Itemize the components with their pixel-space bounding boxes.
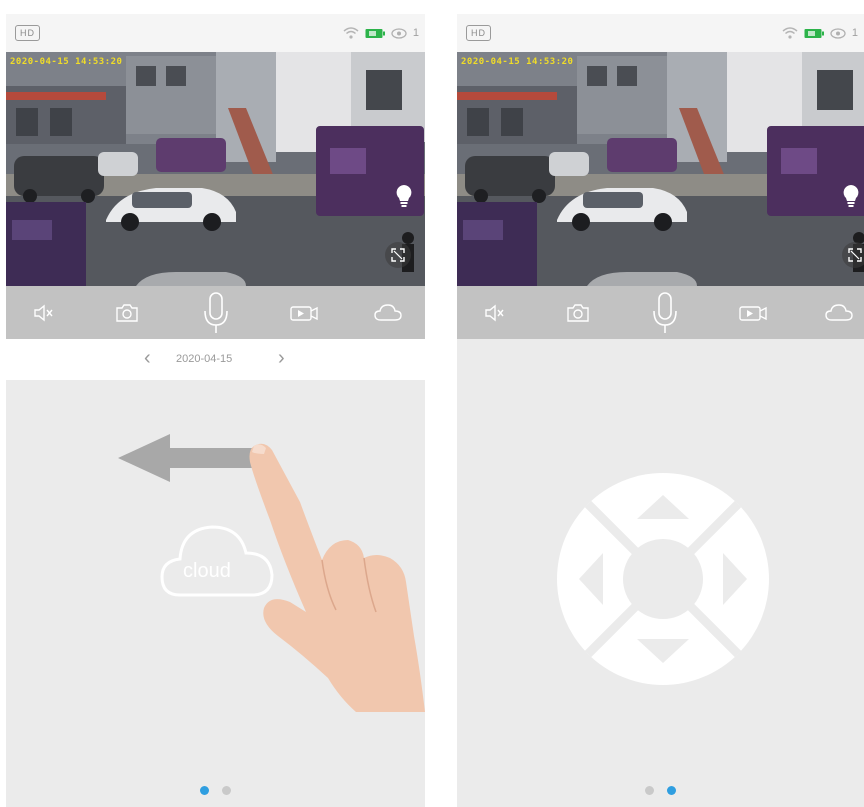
cloud-storage-button[interactable] bbox=[366, 286, 410, 339]
light-bulb-icon[interactable] bbox=[395, 184, 413, 208]
cloud-icon bbox=[825, 303, 853, 321]
hd-quality-badge[interactable]: HD bbox=[15, 25, 40, 41]
camera-scene bbox=[6, 52, 425, 286]
screen-cloud-playback: HD 1 2020-04-15 14:53:20 ‹ 2020-04-15 › … bbox=[6, 0, 425, 807]
camera-icon bbox=[567, 303, 589, 322]
fullscreen-toggle-icon[interactable] bbox=[385, 242, 411, 268]
viewer-count: 1 bbox=[412, 27, 419, 39]
status-icons: 1 bbox=[782, 24, 858, 42]
swipe-hand-icon bbox=[249, 443, 425, 712]
ptz-direction-pad[interactable] bbox=[557, 473, 769, 685]
mute-button[interactable] bbox=[473, 286, 517, 339]
live-video-feed[interactable]: 2020-04-15 14:53:20 bbox=[6, 52, 425, 286]
mute-icon bbox=[34, 304, 53, 321]
camera-control-bar bbox=[6, 286, 425, 339]
cloud-playback-area[interactable]: cloud bbox=[6, 380, 425, 807]
date-navigator: ‹ 2020-04-15 › bbox=[6, 339, 425, 380]
status-icons: 1 bbox=[343, 24, 419, 42]
video-timestamp: 2020-04-15 14:53:20 bbox=[10, 57, 123, 67]
chevron-left-icon[interactable]: ‹ bbox=[144, 347, 151, 369]
chevron-right-icon[interactable]: › bbox=[278, 347, 285, 369]
wifi-icon bbox=[782, 27, 798, 39]
hd-quality-badge[interactable]: HD bbox=[466, 25, 491, 41]
cloud-storage-button[interactable] bbox=[817, 286, 861, 339]
viewer-count: 1 bbox=[851, 27, 858, 39]
talk-button[interactable] bbox=[194, 286, 238, 339]
camera-icon bbox=[116, 303, 138, 322]
record-button[interactable] bbox=[731, 286, 775, 339]
page-dot[interactable] bbox=[222, 786, 231, 795]
selected-date[interactable]: 2020-04-15 bbox=[176, 353, 232, 365]
mute-icon bbox=[485, 304, 504, 321]
mute-button[interactable] bbox=[22, 286, 66, 339]
battery-icon bbox=[804, 28, 824, 38]
wifi-icon bbox=[343, 27, 359, 39]
ptz-control-area bbox=[457, 339, 864, 807]
page-indicator bbox=[457, 786, 864, 795]
live-video-feed[interactable]: 2020-04-15 14:53:20 bbox=[457, 52, 864, 286]
screen-ptz-control: HD 1 2020-04-15 14:53:20 bbox=[457, 0, 864, 807]
record-video-icon bbox=[290, 305, 318, 321]
microphone-icon bbox=[204, 291, 228, 333]
cloud-label: cloud bbox=[183, 560, 231, 582]
page-dot[interactable] bbox=[667, 786, 676, 795]
record-button[interactable] bbox=[282, 286, 326, 339]
eye-icon bbox=[830, 27, 846, 39]
status-bar: HD 1 bbox=[457, 14, 864, 52]
video-timestamp: 2020-04-15 14:53:20 bbox=[461, 57, 574, 67]
page-indicator bbox=[6, 786, 425, 795]
cloud-icon bbox=[374, 303, 402, 321]
talk-button[interactable] bbox=[643, 286, 687, 339]
page-dot[interactable] bbox=[200, 786, 209, 795]
camera-control-bar bbox=[457, 286, 864, 339]
light-bulb-icon[interactable] bbox=[842, 184, 860, 208]
snapshot-button[interactable] bbox=[556, 286, 600, 339]
camera-scene bbox=[457, 52, 864, 286]
status-bar: HD 1 bbox=[6, 14, 425, 52]
page-dot[interactable] bbox=[645, 786, 654, 795]
eye-icon bbox=[391, 27, 407, 39]
snapshot-button[interactable] bbox=[105, 286, 149, 339]
battery-icon bbox=[365, 28, 385, 38]
microphone-icon bbox=[653, 291, 677, 333]
record-video-icon bbox=[739, 305, 767, 321]
fullscreen-toggle-icon[interactable] bbox=[842, 242, 864, 268]
